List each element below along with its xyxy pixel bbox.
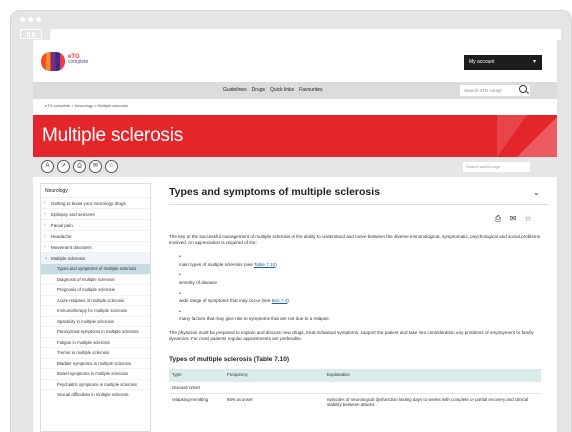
chevron-down-icon[interactable]: ⌄ bbox=[533, 188, 540, 197]
sidebar-item[interactable]: › Facial pain bbox=[41, 219, 150, 230]
bullet-marker: • bbox=[179, 272, 181, 278]
divider bbox=[169, 204, 549, 205]
sidebar-item-label: Headache bbox=[51, 233, 72, 239]
sidebar-item-label: Multiple sclerosis bbox=[51, 255, 86, 261]
sidebar-subitem[interactable]: Tremor in multiple sclerosis bbox=[41, 347, 150, 358]
page-title: Multiple sclerosis bbox=[42, 125, 184, 146]
table-header: Type bbox=[169, 369, 224, 381]
sidebar-subitem[interactable]: Psychiatric symptoms in multiple scleros… bbox=[41, 378, 150, 390]
sidebar-item-label: Movement disorders bbox=[51, 244, 92, 250]
my-account-label: My account bbox=[469, 59, 495, 65]
banner-decoration bbox=[507, 115, 557, 157]
chevron-right-icon: › bbox=[44, 233, 46, 239]
sidebar-item[interactable]: › Getting to know your neurology drugs bbox=[41, 197, 150, 208]
chevron-right-icon: › bbox=[44, 244, 46, 250]
window-controls[interactable] bbox=[20, 17, 41, 22]
email-icon[interactable]: ✉ bbox=[89, 160, 102, 173]
sidebar-subitem[interactable]: Bowel symptoms in multiple sclerosis bbox=[41, 368, 150, 379]
table-cell: relapsing-remitting bbox=[169, 392, 224, 410]
nav-guidelines[interactable]: Guidelines bbox=[223, 82, 247, 99]
table-header: Frequency bbox=[224, 369, 324, 381]
sidebar-subitem[interactable]: Immunotherapy for multiple sclerosis bbox=[41, 305, 150, 316]
print-icon[interactable]: ⎙ bbox=[73, 160, 86, 173]
bullet-item: main types of multiple sclerosis (see Ta… bbox=[179, 262, 551, 268]
site-header: eTG complete My account ▾ bbox=[33, 40, 557, 82]
section-heading: Types and symptoms of multiple sclerosis bbox=[169, 186, 381, 198]
bullet-item: many factors that may give rise to sympt… bbox=[179, 316, 330, 321]
favourite-star-icon[interactable]: ☆ bbox=[105, 160, 118, 173]
intro-paragraph: The key to the successful management of … bbox=[169, 234, 541, 246]
tab-switch-icon[interactable] bbox=[20, 29, 42, 39]
sidebar-subitem[interactable]: Fatigue in multiple sclerosis bbox=[41, 336, 150, 348]
sidebar-subitem[interactable]: Prognosis of multiple sclerosis bbox=[41, 284, 150, 295]
bullet-text-after: ) bbox=[275, 262, 277, 267]
sidebar-subitem[interactable]: Spasticity in multiple sclerosis bbox=[41, 315, 150, 327]
sidebar-item[interactable]: › Headache bbox=[41, 230, 150, 241]
bullet-text: wide range of symptoms that may occur (s… bbox=[179, 298, 272, 303]
text-size-icon[interactable]: A bbox=[41, 160, 54, 173]
bullet-item: wide range of symptoms that may occur (s… bbox=[179, 298, 551, 304]
favourite-star-icon[interactable]: ☆ bbox=[523, 214, 533, 224]
share-icon[interactable]: ↗ bbox=[57, 160, 70, 173]
table-cell: episodes of neurological dysfunction las… bbox=[324, 392, 541, 410]
chevron-right-icon: › bbox=[44, 211, 46, 217]
nav-quick-links[interactable]: Quick links bbox=[270, 82, 294, 99]
site-logo-text[interactable]: eTG complete bbox=[68, 54, 89, 65]
page-toolbar: A ↗ ⎙ ✉ ☆ Search within page bbox=[33, 157, 557, 177]
page-banner: Multiple sclerosis bbox=[33, 115, 557, 157]
bullet-text: main types of multiple sclerosis (see bbox=[179, 262, 254, 267]
table-section-label: Disease onset bbox=[169, 380, 541, 393]
bullet-marker: • bbox=[179, 309, 181, 315]
sidebar-subitem[interactable]: Sexual difficulties in multiple sclerosi… bbox=[41, 389, 150, 400]
search-within-page-input[interactable]: Search within page bbox=[463, 162, 530, 172]
address-bar[interactable] bbox=[50, 29, 561, 40]
chevron-right-icon: › bbox=[44, 200, 46, 206]
sidebar-subitem[interactable]: Bladder symptoms in multiple sclerosis bbox=[41, 357, 150, 369]
box-link[interactable]: Box 7.4 bbox=[272, 298, 288, 303]
nav-favourites[interactable]: Favourites bbox=[299, 82, 322, 99]
sidebar-item-label: Getting to know your neurology drugs bbox=[51, 200, 126, 206]
table-row: relapsing-remitting 85% at onset episode… bbox=[169, 392, 541, 410]
sidebar-subitem-active[interactable]: Types and symptoms of multiple sclerosis bbox=[41, 263, 150, 274]
sidebar-nav: Neurology › Getting to know your neurolog… bbox=[40, 183, 151, 432]
bullet-item: severity of disease bbox=[179, 280, 218, 285]
table-header: Explanation bbox=[324, 369, 541, 381]
my-account-dropdown[interactable]: My account ▾ bbox=[464, 55, 542, 70]
nav-drugs[interactable]: Drugs bbox=[252, 82, 265, 99]
bullet-text-after: ) bbox=[287, 298, 289, 303]
chevron-right-icon: › bbox=[44, 222, 46, 228]
sidebar-item-label: Facial pain bbox=[51, 222, 73, 228]
sidebar-subitem[interactable]: Acute relapses of multiple sclerosis bbox=[41, 294, 150, 306]
table-header-row: Type Frequency Explanation bbox=[169, 369, 541, 381]
types-table: Type Frequency Explanation Disease onset… bbox=[169, 369, 541, 410]
table-cell: 85% at onset bbox=[224, 392, 324, 410]
sidebar-subitem[interactable]: Diagnosis of multiple sclerosis bbox=[41, 273, 150, 285]
etg-logo-icon[interactable] bbox=[41, 52, 65, 71]
logo-bottom-text: complete bbox=[68, 59, 89, 65]
web-page: eTG complete My account ▾ Guidelines Dru… bbox=[33, 40, 557, 432]
sidebar-subitem[interactable]: Paroxysmal symptoms in multiple sclerosi… bbox=[41, 326, 150, 337]
table-section-row: Disease onset bbox=[169, 380, 541, 393]
chevron-down-icon: ▾ bbox=[532, 59, 536, 65]
sidebar-item[interactable]: › Movement disorders bbox=[41, 241, 150, 252]
sidebar-item-label: Epilepsy and seizures bbox=[51, 211, 95, 217]
main-nav: Guidelines Drugs Quick links Favourites … bbox=[33, 82, 557, 99]
chevron-down-icon: ⌄ bbox=[44, 255, 49, 261]
search-icon[interactable] bbox=[519, 85, 527, 93]
sidebar-item[interactable]: › Epilepsy and seizures bbox=[41, 208, 150, 219]
sidebar-title[interactable]: Neurology bbox=[41, 184, 150, 197]
window-dot[interactable] bbox=[28, 17, 33, 22]
window-dot[interactable] bbox=[20, 17, 25, 22]
breadcrumb[interactable]: eTG complete > Neurology > Multiple scle… bbox=[45, 103, 128, 108]
sidebar-item-multiple-sclerosis[interactable]: ⌄ Multiple sclerosis bbox=[41, 252, 150, 263]
table-link[interactable]: Table 7.10 bbox=[254, 262, 275, 267]
email-icon[interactable]: ✉ bbox=[508, 214, 518, 224]
table-title: Types of multiple sclerosis (Table 7.10) bbox=[169, 356, 290, 363]
print-icon[interactable]: ⎙ bbox=[493, 214, 503, 224]
paragraph: The physician must be prepared to explai… bbox=[169, 330, 534, 342]
bullet-marker: • bbox=[179, 254, 181, 260]
bullet-marker: • bbox=[179, 291, 181, 297]
main-content: Types and symptoms of multiple sclerosis… bbox=[169, 186, 549, 410]
window-dot[interactable] bbox=[36, 17, 41, 22]
